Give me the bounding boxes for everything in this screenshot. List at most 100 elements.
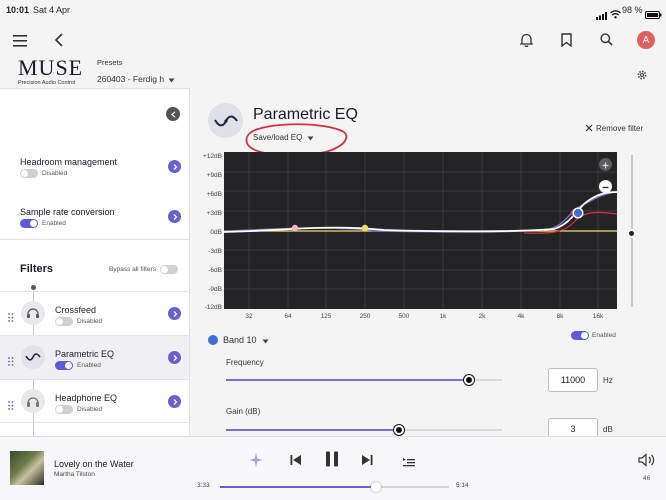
x-tick-label: 32 [245, 313, 253, 320]
y-tick-label: +3dB [206, 210, 222, 217]
sample-rate-toggle[interactable] [20, 219, 38, 228]
filter-toggle[interactable] [55, 405, 73, 414]
x-tick-label: 2k [478, 313, 486, 320]
headroom-chevron-icon[interactable] [168, 160, 181, 173]
graph-vertical-slider[interactable] [627, 155, 636, 307]
progress-fill [220, 486, 376, 488]
band-enabled-toggle[interactable] [571, 331, 589, 340]
filter-chain-dot [31, 285, 36, 290]
headroom-status: Disabled [42, 170, 68, 177]
drag-handle-icon[interactable] [8, 309, 14, 327]
zoom-out-button[interactable] [599, 180, 612, 193]
sample-rate-chevron-icon[interactable] [168, 210, 181, 223]
progress-bar[interactable] [220, 482, 449, 492]
avatar[interactable]: A [637, 31, 655, 49]
band-label: Band 10 [223, 335, 257, 345]
band-selector[interactable]: Band 10 [208, 331, 269, 349]
pause-icon[interactable] [325, 451, 339, 467]
frequency-slider[interactable] [226, 375, 502, 385]
y-tick-label: -12dB [204, 304, 222, 311]
frequency-input[interactable] [548, 368, 598, 392]
frequency-slider-thumb[interactable] [464, 375, 474, 385]
filter-item-headphone-eq[interactable]: Headphone EQ Disabled [0, 379, 189, 423]
drag-handle-icon[interactable] [8, 353, 14, 371]
filter-status: Enabled [77, 362, 101, 369]
search-icon[interactable] [600, 33, 613, 46]
chevron-right-icon[interactable] [168, 351, 181, 364]
chevron-right-icon[interactable] [168, 395, 181, 408]
bypass-all-filters-toggle[interactable] [160, 265, 178, 274]
graph-vertical-slider-thumb[interactable] [627, 229, 636, 238]
menu-icon[interactable] [13, 34, 27, 47]
frequency-slider-fill [226, 379, 469, 381]
next-track-icon[interactable] [361, 453, 373, 465]
chevron-right-icon[interactable] [168, 307, 181, 320]
brand-name: MUSE [18, 55, 84, 80]
filter-name: Headphone EQ [55, 393, 118, 403]
filters-title: Filters [20, 263, 54, 275]
sample-rate-conversion-row[interactable]: Sample rate conversion Enabled [0, 199, 189, 235]
gain-unit: dB [603, 425, 613, 434]
gain-slider-fill [226, 429, 399, 431]
crossfeed-icon [21, 301, 45, 325]
drag-handle-icon[interactable] [8, 397, 14, 415]
gain-slider-thumb[interactable] [394, 425, 404, 435]
eq-graph-canvas [224, 152, 617, 309]
x-tick-label: 250 [359, 313, 371, 320]
remove-filter-button[interactable]: Remove filter [585, 119, 643, 137]
headphone-icon [21, 389, 45, 413]
caret-down-icon [168, 70, 175, 88]
zoom-in-button[interactable] [599, 158, 612, 171]
remove-filter-label: Remove filter [596, 123, 644, 133]
volume-icon[interactable] [638, 453, 656, 467]
y-tick-label: +12dB [203, 153, 222, 160]
previous-track-icon[interactable] [290, 453, 302, 465]
gear-icon[interactable] [636, 68, 648, 80]
status-time: 10:01 [6, 5, 30, 15]
filter-item-parametric-eq[interactable]: Parametric EQ Enabled [0, 335, 189, 379]
caret-down-icon [262, 331, 269, 349]
track-title: Lovely on the Water [54, 459, 134, 469]
presets-value: 260403 - Ferdig h [97, 74, 165, 84]
bell-icon[interactable] [519, 33, 534, 48]
player-bar: Lovely on the Water Martha Tilston 3:33 … [0, 436, 666, 500]
x-tick-label: 1k [439, 313, 447, 320]
status-date: Sat 4 Apr [33, 5, 71, 15]
battery-icon [645, 6, 662, 19]
bookmark-icon[interactable] [561, 33, 572, 48]
filter-toggle[interactable] [55, 317, 73, 326]
filter-toggle[interactable] [55, 361, 73, 370]
x-tick-label: 64 [284, 313, 292, 320]
filter-name: Parametric EQ [55, 349, 115, 359]
eq-graph[interactable] [224, 152, 617, 309]
x-tick-label: 8k [556, 313, 564, 320]
headroom-management-row[interactable]: Headroom management Disabled [0, 149, 189, 185]
brand-tagline: Precision Audio Control [18, 80, 76, 86]
track-artist: Martha Tilston [54, 471, 95, 478]
headroom-toggle[interactable] [20, 169, 38, 178]
filter-name: Crossfeed [55, 305, 97, 315]
sparkle-icon[interactable] [249, 453, 263, 467]
filter-item-crossfeed[interactable]: Crossfeed Disabled [0, 291, 189, 335]
y-tick-label: 0dB [210, 229, 222, 236]
gain-slider[interactable] [226, 425, 502, 435]
plus-icon [602, 156, 609, 174]
collapse-sidebar-button[interactable] [166, 107, 180, 121]
gain-label: Gain (dB) [226, 407, 261, 416]
battery-percent: 98 % [622, 5, 643, 15]
sample-rate-status: Enabled [42, 220, 66, 227]
progress-thumb[interactable] [371, 482, 381, 492]
frequency-label: Frequency [226, 358, 264, 367]
headroom-label: Headroom management [20, 157, 118, 167]
queue-icon[interactable] [403, 454, 415, 467]
y-tick-label: +9dB [206, 172, 222, 179]
band-color-dot [208, 335, 218, 345]
album-art[interactable] [10, 451, 44, 485]
brand-logo: MUSE Precision Audio Control [18, 55, 84, 87]
back-icon[interactable] [54, 33, 64, 47]
band-status: Enabled [592, 332, 616, 339]
close-icon [585, 119, 593, 137]
y-tick-label: -6dB [208, 267, 222, 274]
presets-selector[interactable]: Presets 260403 - Ferdig h [97, 58, 217, 88]
total-time: 5:14 [456, 482, 469, 489]
